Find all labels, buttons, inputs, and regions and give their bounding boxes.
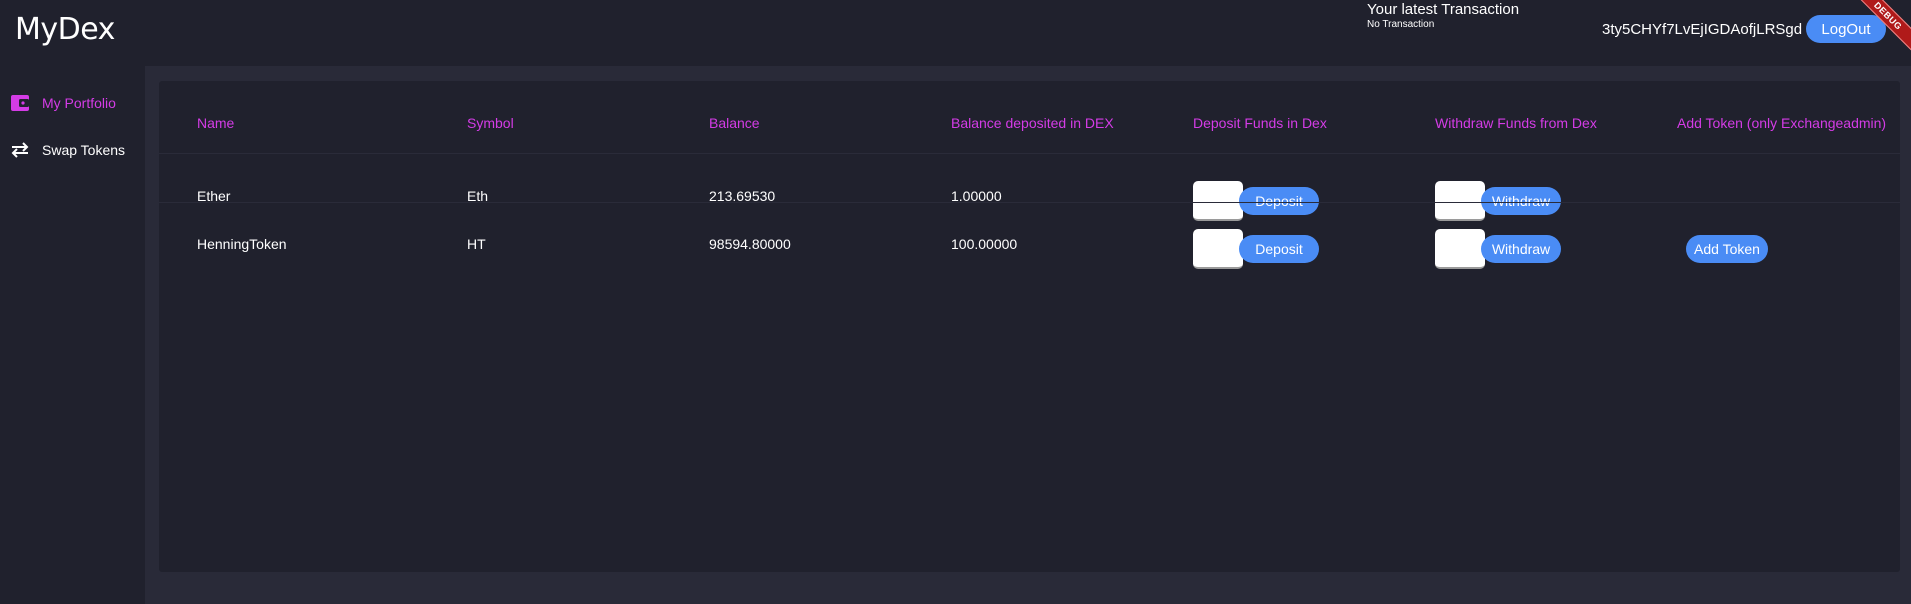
column-header-dex-balance: Balance deposited in DEX [951, 115, 1114, 131]
app-title: MyDex [15, 12, 115, 47]
table-divider [159, 202, 1900, 203]
column-header-symbol: Symbol [467, 115, 514, 131]
deposit-button[interactable]: Deposit [1239, 235, 1319, 263]
main-content: Name Symbol Balance Balance deposited in… [145, 66, 1911, 604]
portfolio-table: Name Symbol Balance Balance deposited in… [159, 81, 1900, 572]
sidebar: My Portfolio Swap Tokens [0, 66, 145, 604]
withdraw-button[interactable]: Withdraw [1481, 235, 1561, 263]
app-root: MyDex Your latest Transaction No Transac… [0, 0, 1911, 604]
withdraw-amount-input[interactable] [1435, 181, 1485, 221]
logout-button[interactable]: LogOut [1806, 15, 1886, 43]
column-header-name: Name [197, 115, 235, 131]
add-token-button[interactable]: Add Token [1686, 235, 1768, 263]
token-balance: 98594.80000 [709, 236, 791, 252]
latest-transaction-title: Your latest Transaction [1367, 1, 1520, 18]
wallet-icon [10, 93, 30, 113]
column-header-deposit: Deposit Funds in Dex [1193, 115, 1327, 131]
sidebar-item-label: Swap Tokens [42, 142, 126, 158]
withdraw-button[interactable]: Withdraw [1481, 187, 1561, 215]
token-dex-balance: 100.00000 [951, 236, 1018, 252]
withdraw-amount-input[interactable] [1435, 229, 1485, 269]
top-bar: MyDex Your latest Transaction No Transac… [0, 0, 1911, 66]
sidebar-item-swap-tokens[interactable]: Swap Tokens [10, 138, 125, 162]
deposit-amount-input[interactable] [1193, 229, 1243, 269]
deposit-amount-input[interactable] [1193, 181, 1243, 221]
account-address: 3ty5CHYf7LvEjIGDAofjLRSgd [1602, 21, 1803, 38]
swap-arrows-icon [10, 140, 30, 160]
column-header-withdraw: Withdraw Funds from Dex [1435, 115, 1597, 131]
column-header-balance: Balance [709, 115, 760, 131]
latest-transaction-value: No Transaction [1367, 19, 1435, 30]
token-symbol: HT [467, 236, 486, 252]
column-header-add-token: Add Token (only Exchangeadmin) [1677, 115, 1887, 131]
deposit-button[interactable]: Deposit [1239, 187, 1319, 215]
latest-transaction: Your latest Transaction No Transaction [1367, 1, 1519, 30]
sidebar-item-my-portfolio[interactable]: My Portfolio [10, 91, 116, 115]
table-divider [159, 153, 1900, 154]
sidebar-item-label: My Portfolio [42, 95, 116, 111]
token-name: HenningToken [197, 236, 287, 252]
